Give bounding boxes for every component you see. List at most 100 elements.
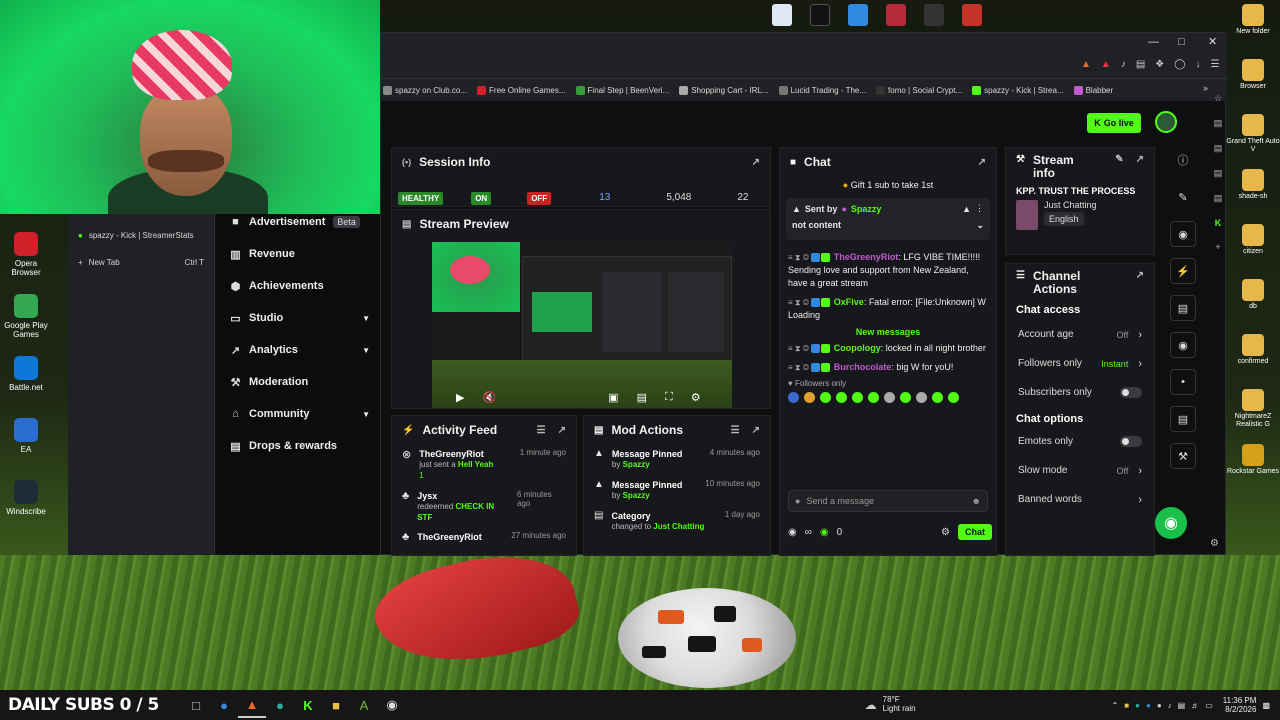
nav-item-studio[interactable]: ▭ Studio ▼ xyxy=(215,302,380,334)
extensions-icon[interactable]: ❖ xyxy=(1155,59,1164,70)
recycle-bin-icon[interactable] xyxy=(772,4,792,26)
mod-action-item[interactable]: ▲ Message Pinned by Spazzy 4 minutes ago xyxy=(584,444,770,475)
game-icon[interactable] xyxy=(886,4,906,26)
desktop-folder[interactable]: NightmareZ Realistic G xyxy=(1226,385,1280,440)
brave-shield-icon[interactable]: ▲ xyxy=(1081,59,1091,70)
sidebar-icon[interactable]: ▤ xyxy=(1136,59,1145,70)
minimize-icon[interactable]: — xyxy=(1148,36,1159,48)
chevron-up-icon[interactable]: ⌃ xyxy=(1112,701,1119,710)
chat-message[interactable]: ≡ ⧗ ◎ Coopology: locked in all night bro… xyxy=(780,339,996,358)
tray-icon-4[interactable]: ● xyxy=(1157,701,1162,710)
nav-item-revenue[interactable]: ▥ Revenue xyxy=(215,238,380,270)
activity-item[interactable]: ♣ TheGreenyRiot 27 minutes ago xyxy=(392,527,576,547)
emote-icon[interactable] xyxy=(820,392,831,404)
toggle-switch[interactable] xyxy=(1120,436,1142,447)
nav-item-drops-rewards[interactable]: ▤ Drops & rewards xyxy=(215,430,380,462)
chat-username[interactable]: TheGreenyRiot xyxy=(834,252,899,262)
network-icon[interactable]: ▤ xyxy=(1178,701,1186,710)
desktop-shortcut[interactable]: Windscribe xyxy=(4,476,48,538)
tab-item[interactable]: ● spazzy - Kick | StreamerStats xyxy=(68,222,214,249)
settings-icon[interactable]: ⚙ xyxy=(691,391,701,404)
tray-icon-3[interactable]: ● xyxy=(1146,701,1151,710)
pinned-message[interactable]: ▲ Sent by ● Spazzy ▲ ⋮ not content ⌄ xyxy=(786,198,990,240)
emoji-icon[interactable]: ☻ xyxy=(972,496,981,506)
edge-taskbar-icon[interactable]: ● xyxy=(266,692,294,718)
popout-icon[interactable]: ↗ xyxy=(1136,154,1144,165)
setting-banned-words[interactable]: Banned words › xyxy=(1006,485,1154,514)
desktop-shortcut[interactable]: EA xyxy=(4,414,48,476)
mod-action-item[interactable]: ▤ Category changed to Just Chatting 1 day a… xyxy=(584,506,770,537)
chat-username[interactable]: Coopology xyxy=(834,343,881,353)
obs-taskbar-icon[interactable]: ◉ xyxy=(378,692,406,718)
lightning-icon[interactable]: ⚡ xyxy=(1170,258,1196,284)
app-icon[interactable] xyxy=(848,4,868,26)
bookmark-item[interactable]: Free Online Games... xyxy=(477,85,566,95)
filter-icon[interactable]: ☰ xyxy=(731,425,740,436)
pip-icon[interactable]: ▣ xyxy=(608,391,618,404)
notifications-icon[interactable]: ▩ xyxy=(1262,701,1270,710)
chat-settings-icon[interactable]: ⚙ xyxy=(941,527,950,538)
popout-icon[interactable]: ↗ xyxy=(978,157,986,168)
chevron-down-icon[interactable]: ▼ xyxy=(362,346,370,355)
tray-icon-2[interactable]: ● xyxy=(1135,701,1140,710)
brave-taskbar-icon[interactable]: ▲ xyxy=(238,692,266,718)
emote-icon[interactable] xyxy=(852,392,863,404)
desktop-shortcut[interactable]: Google Play Games xyxy=(4,290,48,352)
weather-widget[interactable]: 78°F Light rain xyxy=(883,695,916,714)
info-icon[interactable]: ⓘ xyxy=(1170,147,1196,173)
filter-icon[interactable]: ☰ xyxy=(537,425,546,436)
download-icon[interactable]: ↓ xyxy=(1195,59,1200,70)
chat-message[interactable]: ≡ ⧗ ◎ TheGreenyRiot: LFG VIBE TIME!!!!! … xyxy=(780,248,996,293)
desktop-folder[interactable]: Rockstar Games xyxy=(1226,440,1280,495)
popout-icon[interactable]: ↗ xyxy=(1136,270,1144,281)
terminal-taskbar-icon[interactable]: A xyxy=(350,692,378,718)
activity-item[interactable]: ♣ Jysx redeemed CHECK IN STF 6 minutes ago xyxy=(392,486,576,528)
bookmark-item[interactable]: spazzy - Kick | Strea... xyxy=(972,85,1064,95)
epic-games-icon[interactable] xyxy=(810,4,830,26)
game-icon-2[interactable] xyxy=(924,4,944,26)
chevron-down-icon[interactable]: ⌄ xyxy=(976,220,984,231)
setting-account-age[interactable]: Account age Off › xyxy=(1006,320,1154,349)
battery-icon[interactable]: ▭ xyxy=(1205,701,1213,710)
weather-icon[interactable]: ☁ xyxy=(865,698,877,712)
setting-slow-mode[interactable]: Slow mode Off › xyxy=(1006,456,1154,485)
nav-item-moderation[interactable]: ⚒ Moderation xyxy=(215,366,380,398)
nav-item-analytics[interactable]: ↗ Analytics ▼ xyxy=(215,334,380,366)
emote-icon[interactable] xyxy=(932,392,943,404)
emote-icon[interactable] xyxy=(948,392,959,404)
popout-icon[interactable]: ↗ xyxy=(558,425,566,436)
maximize-icon[interactable]: □ xyxy=(1178,36,1185,48)
media-icon[interactable]: ♪ xyxy=(1121,59,1126,70)
toggle-switch[interactable] xyxy=(1120,387,1142,398)
chevron-down-icon[interactable]: ▼ xyxy=(362,314,370,323)
desktop-shortcut[interactable]: Battle.net xyxy=(4,352,48,414)
wrench-icon[interactable]: ⚒ xyxy=(1170,443,1196,469)
explorer-taskbar-icon[interactable]: ■ xyxy=(322,692,350,718)
chevron-right-icon[interactable]: › xyxy=(1138,329,1142,341)
gift-banner[interactable]: ● Gift 1 sub to take 1st xyxy=(780,176,996,194)
go-live-button[interactable]: K Go live xyxy=(1087,113,1141,133)
close-icon[interactable]: ✕ xyxy=(1208,35,1217,48)
leo-icon[interactable]: ▤ xyxy=(1214,193,1223,204)
edit-icon[interactable]: ✎ xyxy=(1115,154,1123,165)
bookmark-item[interactable]: Final Step | BeenVeri... xyxy=(575,85,669,95)
chevron-right-icon[interactable]: › xyxy=(1138,465,1142,477)
pencil-icon[interactable]: ✎ xyxy=(1170,184,1196,210)
popout-icon[interactable]: ↗ xyxy=(752,157,760,168)
bookmark-item[interactable]: fomo | Social Crypt... xyxy=(876,85,962,95)
message-icon[interactable]: ◉ xyxy=(1170,332,1196,358)
chat-message[interactable]: ≡ ⧗ ◎ Burchocolate: big W for yoU! xyxy=(780,358,996,377)
chat-username[interactable]: OxFive xyxy=(834,297,864,307)
desktop-folder[interactable]: Browser xyxy=(1226,55,1280,110)
points-icon[interactable]: ◉ xyxy=(788,527,797,538)
bookmark-item[interactable]: Lucid Trading - The... xyxy=(778,85,866,95)
emote-icon[interactable] xyxy=(836,392,847,404)
theater-icon[interactable]: ▤ xyxy=(637,391,647,404)
unpin-icon[interactable]: ▲ xyxy=(962,204,971,214)
bookmark-icon[interactable]: ☆ xyxy=(1214,93,1222,104)
kick-icon[interactable]: K xyxy=(1215,218,1222,228)
emote-icon[interactable] xyxy=(788,392,799,404)
setting-emotes-only[interactable]: Emotes only xyxy=(1006,427,1154,456)
add-icon[interactable]: + xyxy=(1215,242,1220,252)
avatar[interactable] xyxy=(1155,111,1177,133)
